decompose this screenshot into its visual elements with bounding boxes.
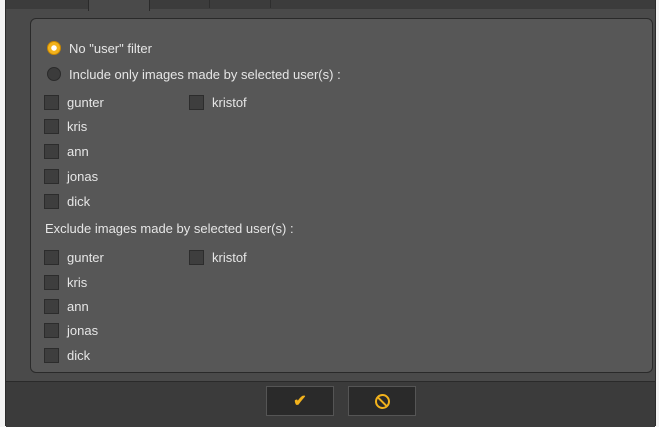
include-option[interactable]: Include only images made by selected use…	[47, 64, 341, 84]
exclude-checkbox-jonas[interactable]	[44, 322, 59, 338]
no-filter-option[interactable]: No "user" filter	[47, 38, 152, 58]
include-user-dick[interactable]: dick	[44, 191, 90, 211]
include-checkbox-gunter[interactable]	[44, 94, 59, 110]
include-checkbox-dick[interactable]	[44, 193, 59, 209]
checkmark-icon: ✔	[293, 393, 307, 410]
exclude-user-label: gunter	[67, 249, 104, 265]
include-user-kris[interactable]: kris	[44, 116, 87, 136]
exclude-user-ann[interactable]: ann	[44, 296, 89, 316]
cancel-circle-icon	[374, 393, 390, 409]
include-user-kristof[interactable]: kristof	[189, 92, 247, 112]
button-bar: ✔	[6, 381, 655, 427]
exclude-user-label: dick	[67, 347, 91, 363]
include-user-jonas[interactable]: jonas	[44, 166, 98, 186]
exclude-user-kristof[interactable]: kristof	[189, 247, 247, 267]
include-checkbox-kristof[interactable]	[189, 94, 204, 110]
exclude-user-jonas[interactable]: jonas	[44, 320, 98, 340]
user-filter-dialog: No "user" filter Include only images mad…	[5, 0, 656, 427]
exclude-checkbox-kristof[interactable]	[189, 249, 204, 265]
exclude-checkbox-kris[interactable]	[44, 274, 59, 290]
include-user-label: kris	[67, 118, 88, 134]
include-user-label: gunter	[67, 94, 104, 110]
ok-button[interactable]: ✔	[266, 386, 334, 416]
include-user-label: kristof	[212, 94, 247, 110]
exclude-user-gunter[interactable]: gunter	[44, 247, 104, 267]
exclude-user-dick[interactable]: dick	[44, 345, 90, 365]
include-user-label: ann	[67, 143, 89, 159]
exclude-user-label: kris	[67, 274, 88, 290]
exclude-checkbox-ann[interactable]	[44, 298, 59, 314]
no-filter-radio[interactable]	[47, 41, 61, 55]
no-filter-label: No "user" filter	[69, 40, 152, 56]
include-checkbox-kris[interactable]	[44, 118, 59, 134]
exclude-user-kris[interactable]: kris	[44, 272, 87, 292]
include-checkbox-jonas[interactable]	[44, 168, 59, 184]
include-user-gunter[interactable]: gunter	[44, 92, 104, 112]
exclude-heading: Exclude images made by selected user(s) …	[45, 218, 294, 238]
exclude-user-label: kristof	[212, 249, 247, 265]
cancel-button[interactable]	[348, 386, 416, 416]
tab-3[interactable]	[210, 0, 271, 8]
include-radio[interactable]	[47, 67, 61, 81]
exclude-checkbox-dick[interactable]	[44, 347, 59, 363]
filter-panel: No "user" filter Include only images mad…	[30, 18, 653, 373]
exclude-checkbox-gunter[interactable]	[44, 249, 59, 265]
exclude-user-label: jonas	[67, 322, 99, 338]
include-label: Include only images made by selected use…	[69, 66, 341, 82]
include-user-ann[interactable]: ann	[44, 141, 89, 161]
tab-active[interactable]	[88, 0, 150, 11]
tab-2[interactable]	[149, 0, 210, 8]
exclude-label: Exclude images made by selected user(s) …	[45, 220, 294, 236]
exclude-user-label: ann	[67, 298, 89, 314]
include-user-label: dick	[67, 193, 91, 209]
include-checkbox-ann[interactable]	[44, 143, 59, 159]
include-user-label: jonas	[67, 168, 99, 184]
